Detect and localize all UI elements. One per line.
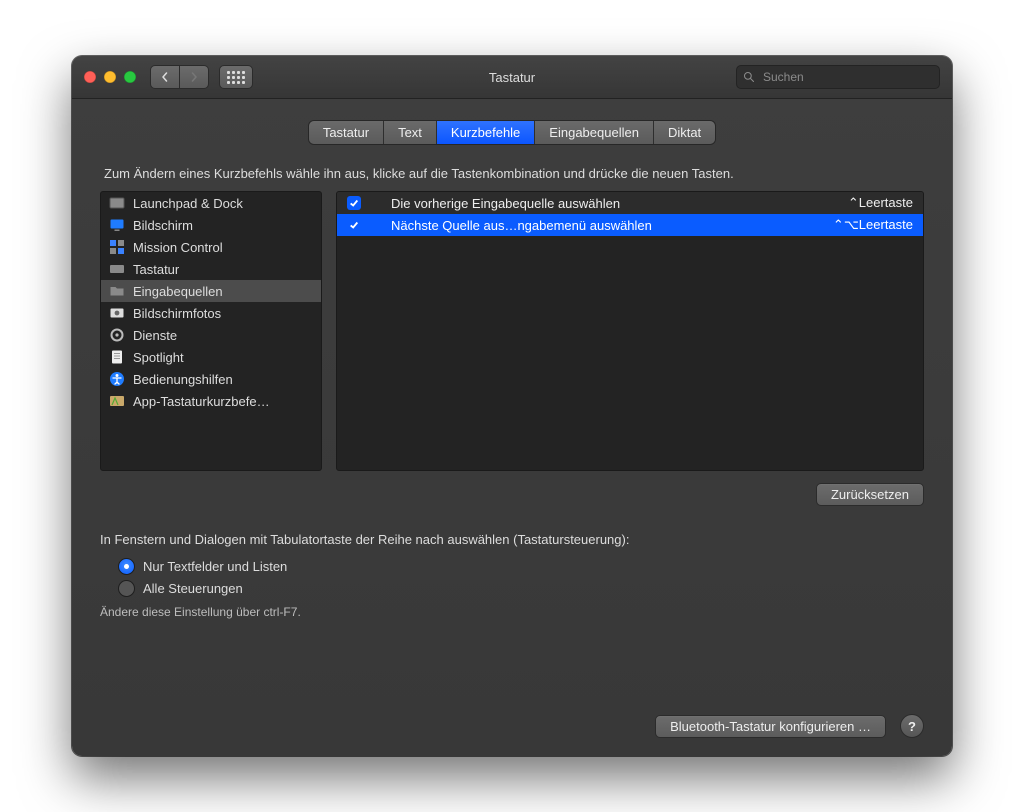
access-icon (109, 371, 125, 387)
mission-icon (109, 239, 125, 255)
search-field[interactable] (736, 65, 940, 89)
shortcut-label: Nächste Quelle aus…ngabemenü auswählen (371, 218, 823, 233)
screenshot-icon (109, 305, 125, 321)
back-button[interactable] (150, 65, 180, 89)
radio-option[interactable]: Nur Textfelder und Listen (118, 555, 924, 577)
category-label: Bedienungshilfen (133, 372, 233, 387)
shortcut-keys[interactable]: ⌃Leertaste (848, 195, 913, 211)
keyboard-icon (109, 261, 125, 277)
footer: Bluetooth-Tastatur konfigurieren … ? (100, 694, 924, 738)
shortcut-row[interactable]: Nächste Quelle aus…ngabemenü auswählen ⌃⌥… (337, 214, 923, 236)
bluetooth-button[interactable]: Bluetooth-Tastatur konfigurieren … (655, 715, 886, 738)
category-label: App-Tastaturkurzbefe… (133, 394, 270, 409)
zoom-button[interactable] (124, 71, 136, 83)
shortcut-label: Die vorherige Eingabequelle auswählen (371, 196, 838, 211)
apps-icon (109, 393, 125, 409)
category-label: Launchpad & Dock (133, 196, 243, 211)
category-list[interactable]: Launchpad & Dock Bildschirm Mission Contro… (100, 191, 322, 471)
radio-button[interactable] (118, 558, 135, 575)
radio-button[interactable] (118, 580, 135, 597)
close-button[interactable] (84, 71, 96, 83)
folder-icon (109, 283, 125, 299)
category-label: Bildschirm (133, 218, 193, 233)
category-bildschirmfotos[interactable]: Bildschirmfotos (101, 302, 321, 324)
launchpad-icon (109, 195, 125, 211)
category-label: Bildschirmfotos (133, 306, 221, 321)
shortcut-row[interactable]: Die vorherige Eingabequelle auswählen ⌃Le… (337, 192, 923, 214)
display-icon (109, 217, 125, 233)
category-dienste[interactable]: Dienste (101, 324, 321, 346)
preferences-window: Tastatur TastaturTextKurzbefehleEingabeq… (72, 56, 952, 756)
shortcut-lists: Launchpad & Dock Bildschirm Mission Contro… (100, 191, 924, 471)
shortcut-checkbox[interactable] (347, 196, 361, 210)
tab-kurzbefehle[interactable]: Kurzbefehle (437, 121, 535, 144)
tab-diktat[interactable]: Diktat (654, 121, 715, 144)
category-label: Eingabequellen (133, 284, 223, 299)
window-body: TastaturTextKurzbefehleEingabequellenDik… (72, 99, 952, 756)
titlebar: Tastatur (72, 56, 952, 99)
shortcut-checkbox[interactable] (347, 218, 361, 232)
help-button[interactable]: ? (900, 714, 924, 738)
traffic-lights (84, 71, 136, 83)
tab-text[interactable]: Text (384, 121, 437, 144)
category-app-tastaturkurzbefe-[interactable]: App-Tastaturkurzbefe… (101, 390, 321, 412)
category-spotlight[interactable]: Spotlight (101, 346, 321, 368)
search-input[interactable] (761, 69, 933, 85)
search-icon (743, 71, 755, 83)
shortcut-list[interactable]: Die vorherige Eingabequelle auswählen ⌃Le… (336, 191, 924, 471)
category-tastatur[interactable]: Tastatur (101, 258, 321, 280)
category-bildschirm[interactable]: Bildschirm (101, 214, 321, 236)
show-all-button[interactable] (219, 65, 253, 89)
category-label: Tastatur (133, 262, 179, 277)
category-eingabequellen[interactable]: Eingabequellen (101, 280, 321, 302)
radio-option[interactable]: Alle Steuerungen (118, 577, 924, 599)
tab-eingabequellen[interactable]: Eingabequellen (535, 121, 654, 144)
instruction-text: Zum Ändern eines Kurzbefehls wähle ihn a… (104, 166, 924, 181)
gear-icon (109, 327, 125, 343)
category-label: Spotlight (133, 350, 184, 365)
tabcontrol-heading: In Fenstern und Dialogen mit Tabulatorta… (100, 532, 924, 547)
tab-bar: TastaturTextKurzbefehleEingabequellenDik… (100, 121, 924, 144)
forward-button[interactable] (180, 65, 209, 89)
tabcontrol-hint: Ändere diese Einstellung über ctrl-F7. (100, 605, 924, 619)
spotlight-icon (109, 349, 125, 365)
tab-tastatur[interactable]: Tastatur (309, 121, 384, 144)
category-mission-control[interactable]: Mission Control (101, 236, 321, 258)
grid-icon (227, 71, 245, 84)
radio-label: Alle Steuerungen (143, 581, 243, 596)
radio-label: Nur Textfelder und Listen (143, 559, 287, 574)
reset-button[interactable]: Zurücksetzen (816, 483, 924, 506)
shortcut-keys[interactable]: ⌃⌥Leertaste (833, 217, 913, 233)
category-launchpad-dock[interactable]: Launchpad & Dock (101, 192, 321, 214)
category-label: Mission Control (133, 240, 223, 255)
category-bedienungshilfen[interactable]: Bedienungshilfen (101, 368, 321, 390)
minimize-button[interactable] (104, 71, 116, 83)
tabcontrol-radios: Nur Textfelder und Listen Alle Steuerunge… (118, 555, 924, 599)
nav-buttons (150, 65, 209, 89)
category-label: Dienste (133, 328, 177, 343)
